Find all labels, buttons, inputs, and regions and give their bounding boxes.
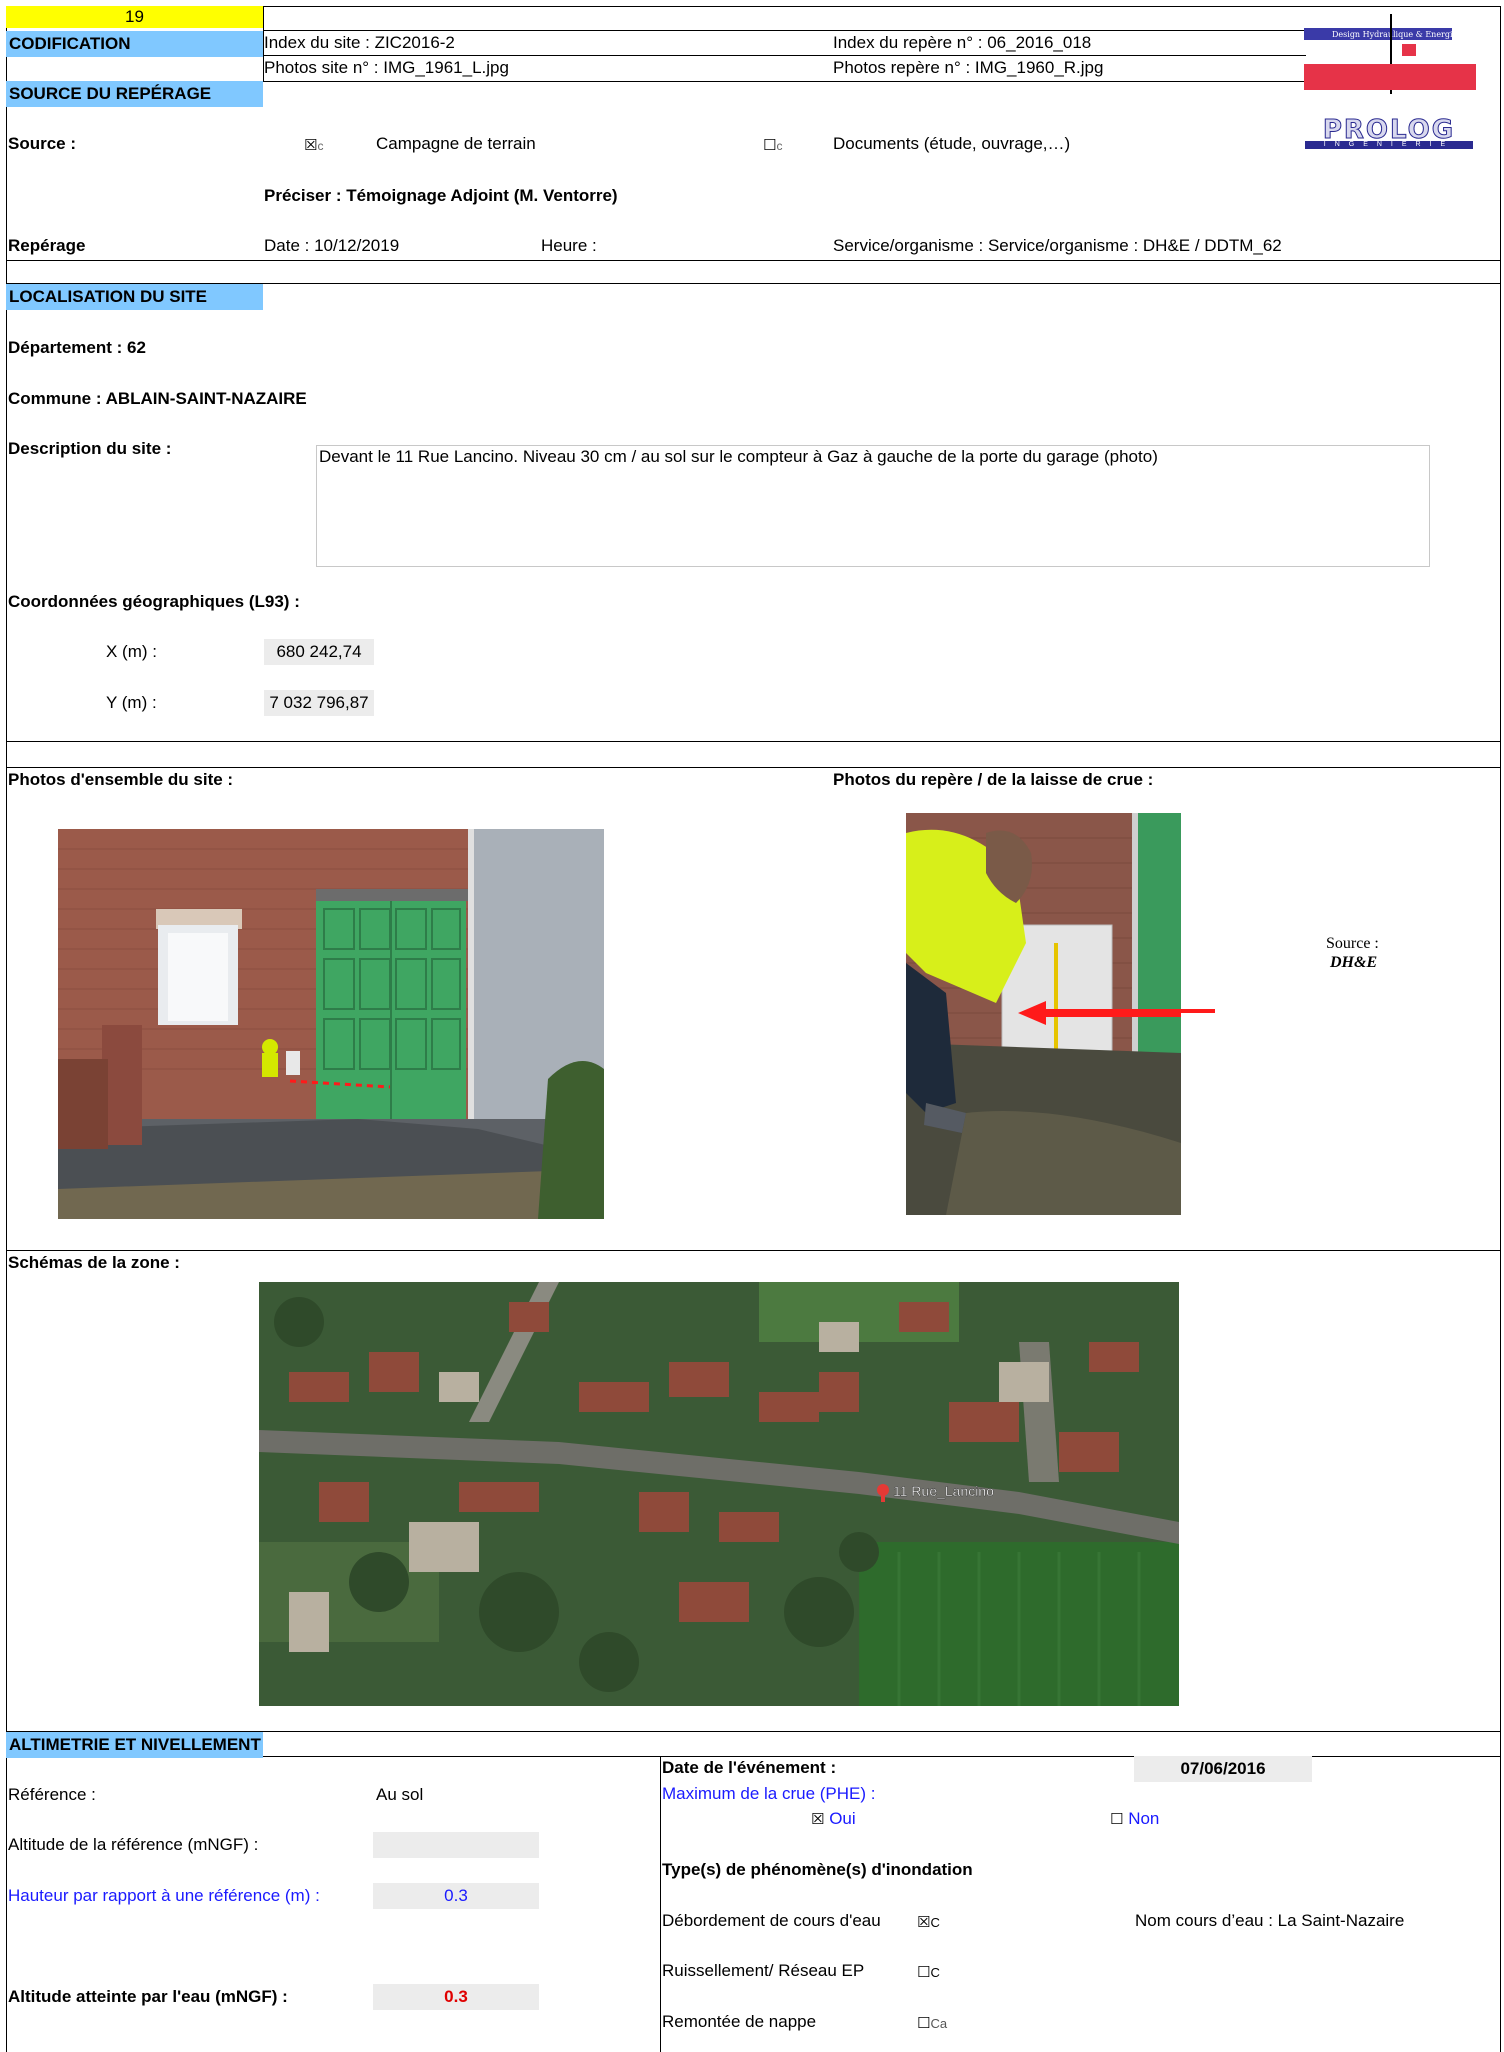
divider [6,1250,1501,1251]
frame-right-border [1500,6,1501,2052]
site-overview-photo [58,829,604,1219]
dhe-logo-text: Design Hydraulique & Energie [1332,30,1458,39]
checkbox-checked-icon[interactable]: ☒ [917,1913,930,1931]
divider [6,260,1501,261]
repere-arrow-tail [1181,1009,1215,1013]
source-option-documents[interactable]: ☐c [763,135,782,155]
source-label: Source : [8,134,77,153]
reperage-heure: Heure : [541,236,597,255]
reference-value: Au sol [376,1785,424,1804]
source-preciser: Préciser : Témoignage Adjoint (M. Ventor… [264,186,618,205]
checkbox-checked-icon[interactable]: ☒ [811,1810,824,1828]
reperage-label: Repérage [8,236,86,255]
frame-top-border [263,6,1501,7]
altitude-ref-value [373,1832,539,1858]
checkbox-suffix: c [317,139,324,153]
nom-cours-eau: Nom cours d’eau : La Saint-Nazaire [1135,1911,1405,1930]
source-section-title: SOURCE DU REPÉRAGE [6,81,263,107]
altitude-eau-value: 0.3 [373,1984,539,2010]
schemas-label: Schémas de la zone : [8,1253,180,1272]
phe-label: Maximum de la crue (PHE) : [662,1784,876,1803]
reperage-service: Service/organisme : Service/organisme : … [833,236,1282,255]
photo-source-label: Source : [1326,935,1379,952]
form-number: 19 [6,6,263,28]
photos-repere-label: Photos du repère / de la laisse de crue … [833,770,1154,789]
date-evenement-value: 07/06/2016 [1134,1756,1312,1782]
altitude-ref-label: Altitude de la référence (mNGF) : [8,1835,259,1854]
photos-repere-number: Photos repère n° : IMG_1960_R.jpg [833,58,1104,77]
checkbox-unchecked-icon[interactable]: ☐ [1110,1810,1123,1828]
repere-index: Index du repère n° : 06_2016_018 [833,33,1092,52]
checkbox-unchecked-icon[interactable]: ☐ [763,136,776,154]
photo-source-value: DH&E [1330,954,1378,971]
description-text: Devant le 11 Rue Lancino. Niveau 30 cm /… [319,447,1158,466]
altimetrie-section-title: ALTIMETRIE ET NIVELLEMENT [6,1732,263,1758]
phe-non-option[interactable]: ☐ Non [1110,1809,1159,1829]
altitude-eau-label: Altitude atteinte par l'eau (mNGF) : [8,1987,288,2006]
codification-band: CODIFICATION [6,31,263,57]
ruissellement-label: Ruissellement/ Réseau EP [662,1961,865,1980]
source-option-documents-label: Documents (étude, ouvrage,…) [833,134,1071,153]
prolog-logo-text: PROLOG [1322,115,1456,145]
divider [263,30,1306,31]
photos-ensemble-label: Photos d'ensemble du site : [8,770,234,789]
y-label: Y (m) : [106,693,157,712]
checkbox-checked-icon[interactable]: ☒ [304,136,317,154]
prolog-logo-subtext: INGENIERIE [1323,141,1455,148]
types-phenomenes-label: Type(s) de phénomène(s) d'inondation [662,1860,973,1879]
aerial-map-image: 11 Rue_Lancino [259,1282,1179,1706]
x-value: 680 242,74 [264,639,374,665]
source-option-terrain-label: Campagne de terrain [376,134,536,153]
coords-label: Coordonnées géographiques (L93) : [8,592,300,611]
description-textbox[interactable]: Devant le 11 Rue Lancino. Niveau 30 cm /… [316,445,1430,567]
date-evenement-label: Date de l'événement : [662,1758,837,1777]
x-label: X (m) : [106,642,157,661]
dhe-logo: Design Hydraulique & Energie [1304,14,1476,94]
localisation-section-title: LOCALISATION DU SITE [6,284,263,310]
reperage-date: Date : 10/12/2019 [264,236,400,255]
hauteur-label: Hauteur par rapport à une référence (m) … [8,1886,320,1905]
hauteur-value: 0.3 [373,1883,539,1909]
y-value: 7 032 796,87 [264,690,374,716]
remontee-option[interactable]: ☐Ca [917,2013,947,2033]
phe-oui-label: Oui [829,1809,856,1828]
checkbox-suffix: Ca [930,2016,948,2031]
divider [6,741,1501,742]
checkbox-suffix: C [930,1915,940,1930]
description-label: Description du site : [8,439,172,458]
phe-oui-option[interactable]: ☒ Oui [811,1809,856,1829]
commune: Commune : ABLAIN-SAINT-NAZAIRE [8,389,307,408]
prolog-logo: PROLOG INGENIERIE [1305,115,1473,152]
checkbox-unchecked-icon[interactable]: ☐ [917,1963,930,1981]
debordement-label: Débordement de cours d'eau [662,1911,881,1930]
divider [263,55,1306,56]
remontee-label: Remontée de nappe [662,2012,817,2031]
source-option-terrain[interactable]: ☒c [304,135,323,155]
checkbox-suffix: C [930,1965,940,1980]
reference-label: Référence : [8,1785,96,1804]
ruissellement-option[interactable]: ☐C [917,1962,940,1982]
checkbox-unchecked-icon[interactable]: ☐ [917,2014,930,2032]
photos-site-number: Photos site n° : IMG_1961_L.jpg [264,58,509,77]
divider [263,81,1306,82]
repere-photo [906,813,1181,1215]
checkbox-suffix: c [776,139,783,153]
site-index: Index du site : ZIC2016-2 [264,33,455,52]
divider [6,767,1501,768]
map-pin-label: 11 Rue_Lancino [893,1483,994,1499]
debordement-option[interactable]: ☒C [917,1912,940,1932]
divider [660,1756,661,2052]
departement: Département : 62 [8,338,146,357]
phe-non-label: Non [1128,1809,1160,1828]
